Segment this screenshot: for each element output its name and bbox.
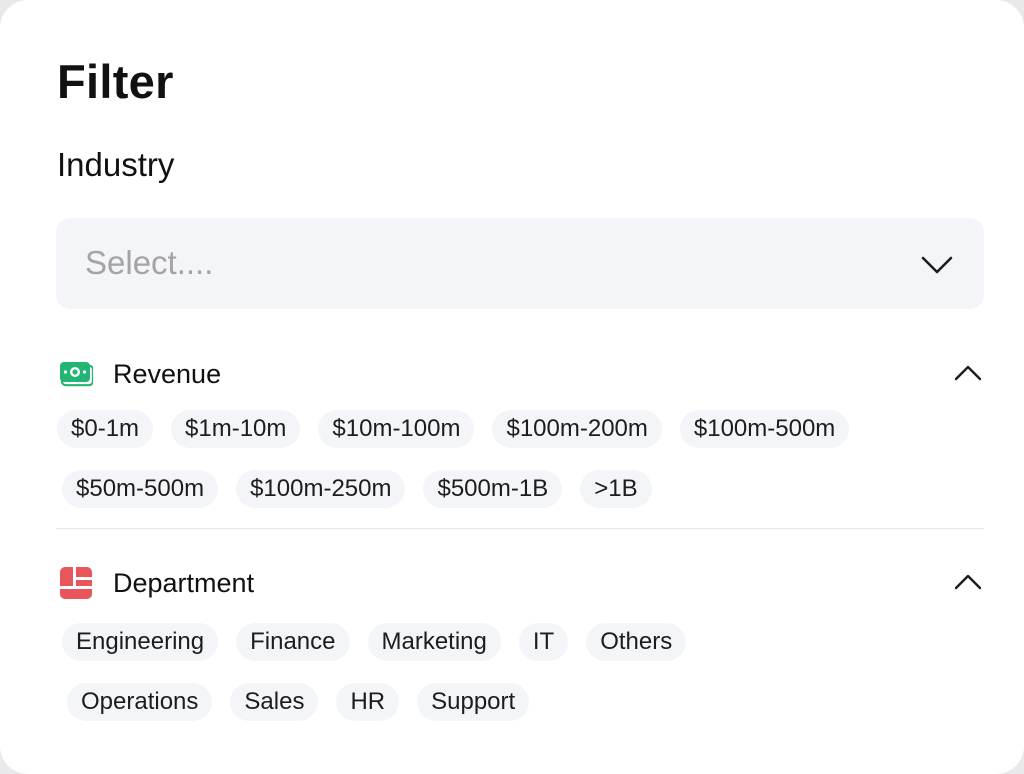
revenue-chip[interactable]: >1B xyxy=(580,470,652,508)
section-divider xyxy=(56,528,984,529)
department-chip[interactable]: Operations xyxy=(67,683,213,721)
department-header[interactable]: Department xyxy=(56,563,984,603)
department-chip[interactable]: Marketing xyxy=(367,623,501,661)
revenue-label: Revenue xyxy=(113,359,222,389)
chevron-up-icon[interactable] xyxy=(954,364,982,382)
chevron-down-icon[interactable] xyxy=(920,255,954,275)
department-chip[interactable]: Finance xyxy=(236,623,350,661)
department-label: Department xyxy=(113,568,255,598)
revenue-chip[interactable]: $500m-1B xyxy=(423,470,563,508)
revenue-chip[interactable]: $1m-10m xyxy=(171,410,301,448)
department-chip-row-2: Operations Sales HR Support xyxy=(67,683,530,721)
revenue-header[interactable]: Revenue xyxy=(56,354,984,394)
industry-label: Industry xyxy=(57,146,175,183)
industry-select-placeholder: Select.... xyxy=(85,244,214,281)
page-title: Filter xyxy=(57,55,174,108)
revenue-chip[interactable]: $100m-250m xyxy=(236,470,406,508)
revenue-chip[interactable]: $100m-200m xyxy=(492,410,662,448)
department-chip-row-1: Engineering Finance Marketing IT Others xyxy=(62,623,687,661)
revenue-chip-row-1: $0-1m $1m-10m $10m-100m $100m-200m $100m… xyxy=(57,410,850,448)
department-chip[interactable]: HR xyxy=(336,683,400,721)
revenue-chip[interactable]: $50m-500m xyxy=(62,470,219,508)
department-chip[interactable]: Sales xyxy=(230,683,319,721)
department-chip[interactable]: Engineering xyxy=(62,623,219,661)
chevron-up-icon[interactable] xyxy=(954,573,982,591)
filter-panel: Filter Industry Select.... Revenue $0-1m… xyxy=(0,0,1024,774)
revenue-chip[interactable]: $100m-500m xyxy=(679,410,850,448)
revenue-chip[interactable]: $10m-100m xyxy=(318,410,475,448)
revenue-chip[interactable]: $0-1m xyxy=(57,410,154,448)
money-icon xyxy=(60,362,93,387)
department-chip[interactable]: Support xyxy=(417,683,530,721)
revenue-chip-row-2: $50m-500m $100m-250m $500m-1B >1B xyxy=(62,470,652,508)
department-chip[interactable]: IT xyxy=(518,623,569,661)
layout-grid-icon xyxy=(60,567,92,599)
industry-select[interactable]: Select.... xyxy=(56,218,984,309)
department-chip[interactable]: Others xyxy=(586,623,687,661)
